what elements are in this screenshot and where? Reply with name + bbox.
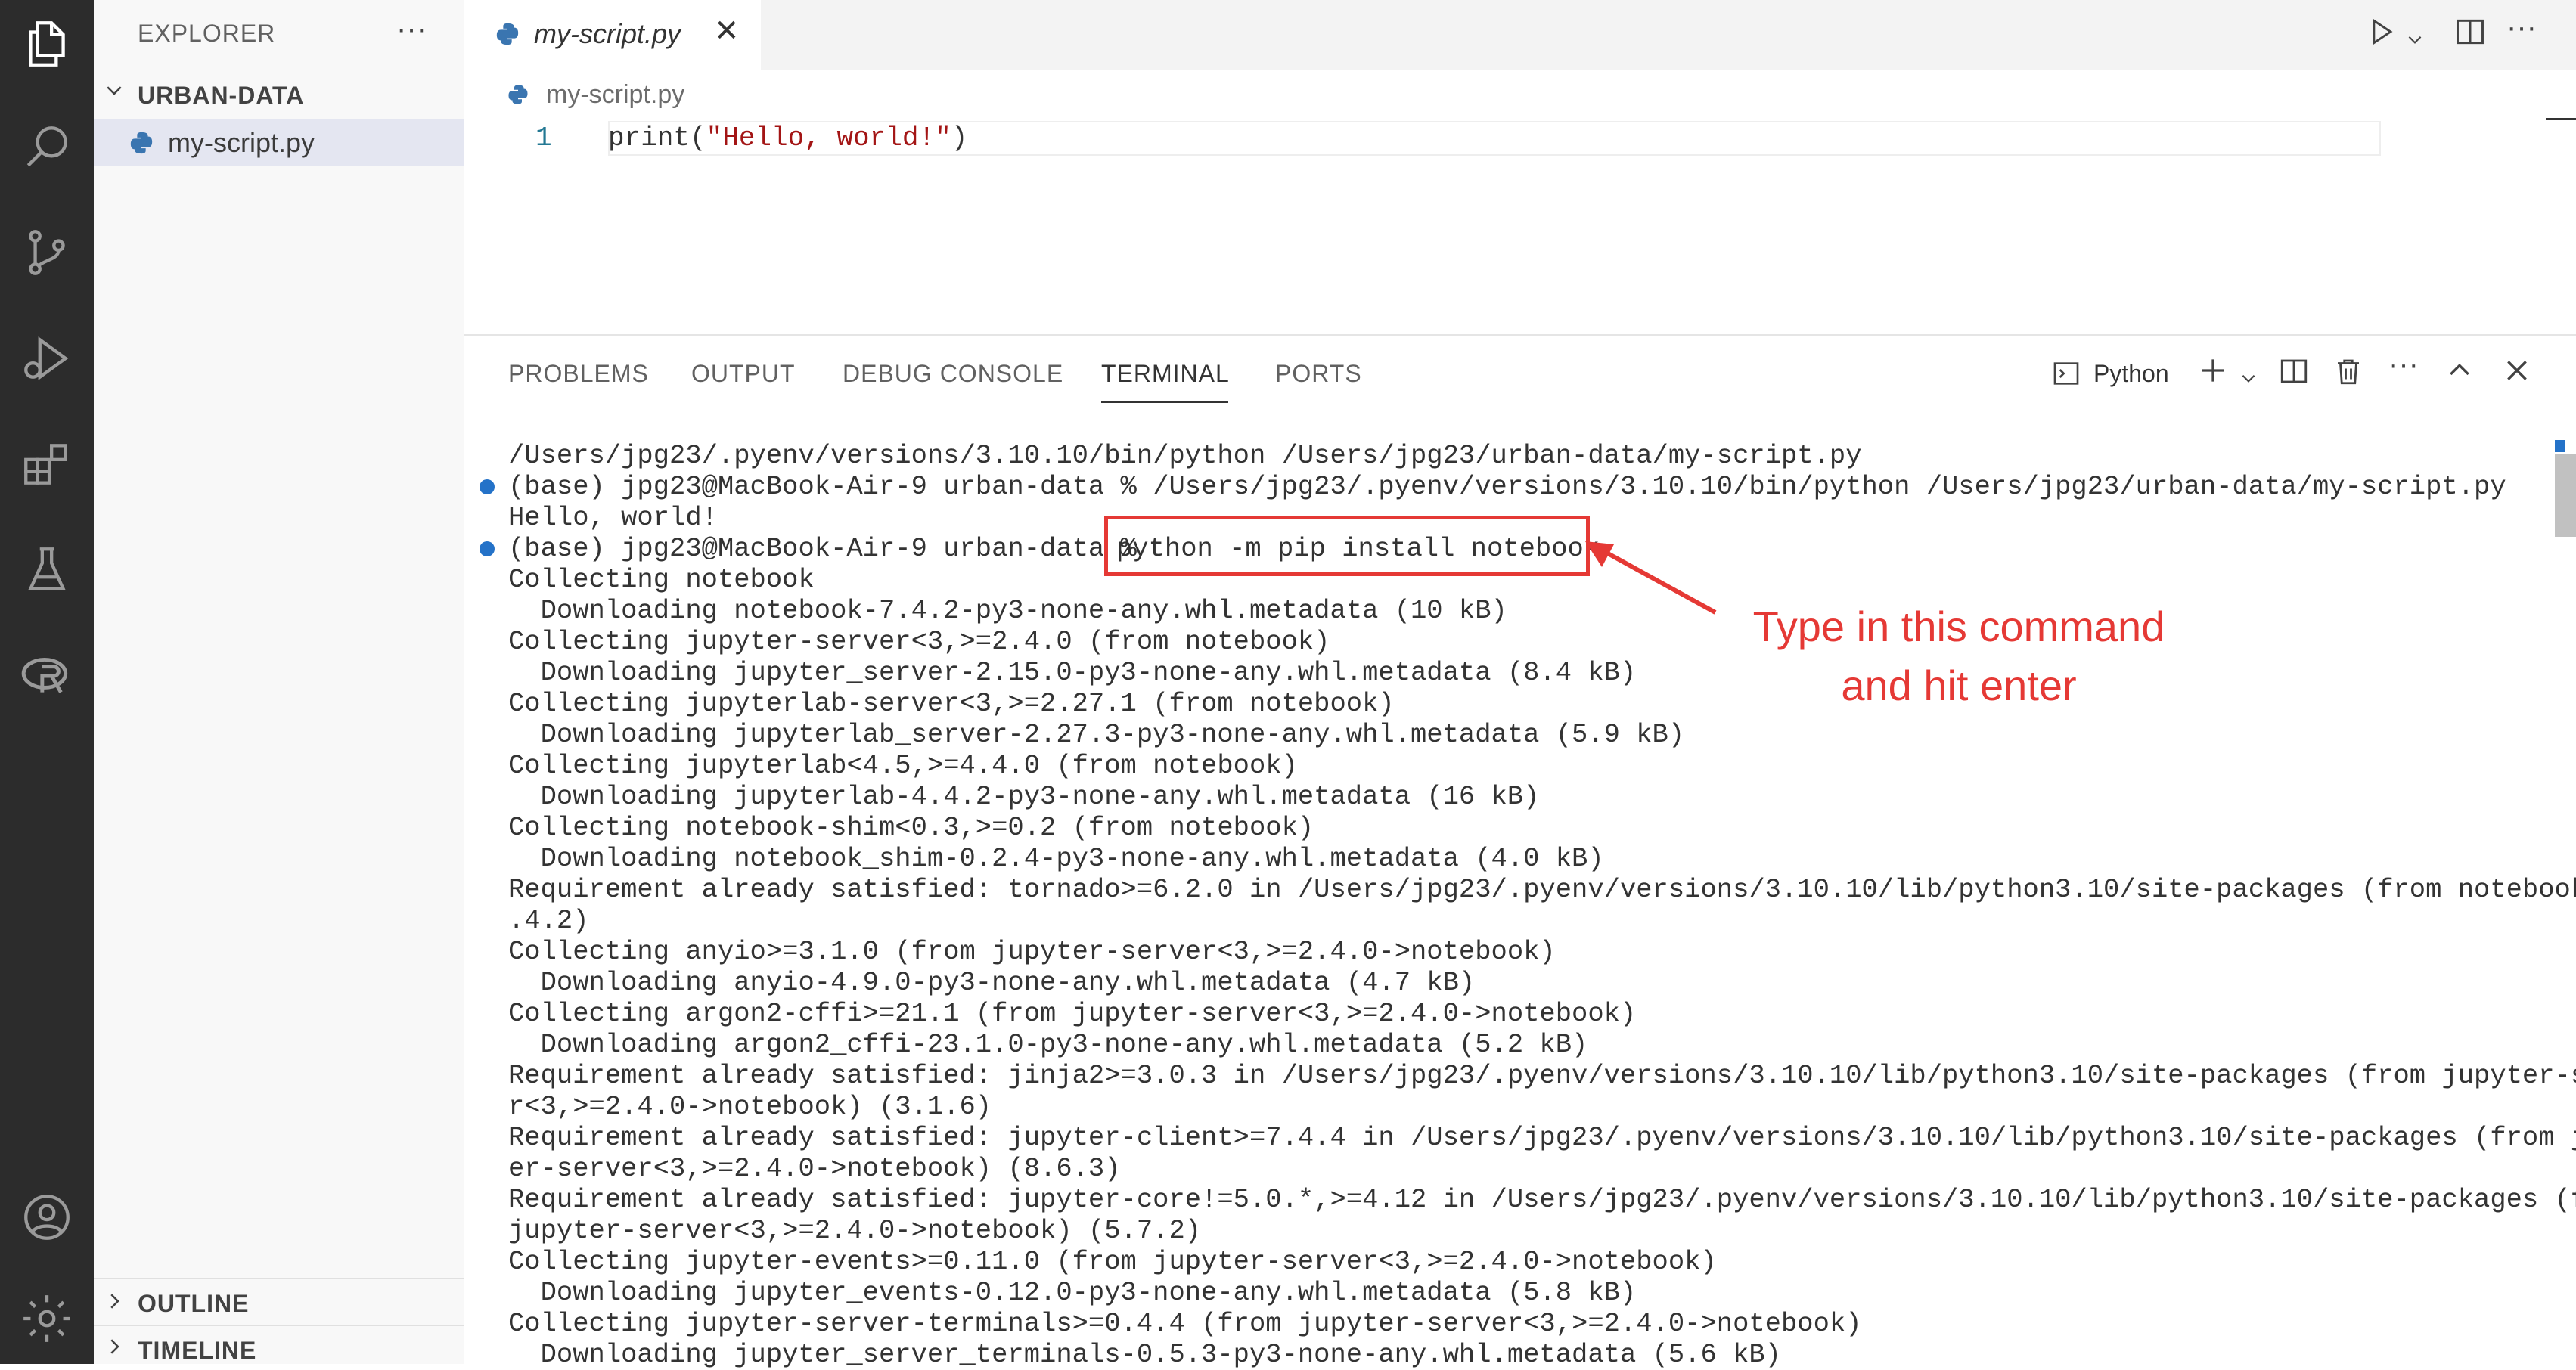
account-icon[interactable] bbox=[14, 1184, 80, 1251]
breadcrumb[interactable]: my-script.py bbox=[546, 80, 684, 110]
split-editor-icon[interactable] bbox=[2453, 15, 2487, 56]
tab-ports[interactable]: PORTS bbox=[1275, 360, 1362, 388]
python-file-icon bbox=[496, 23, 519, 45]
file-name: my-script.py bbox=[168, 127, 315, 158]
close-icon[interactable]: ✕ bbox=[714, 14, 740, 48]
terminal-line: Downloading notebook_shim-0.2.4-py3-none… bbox=[508, 843, 1604, 874]
terminal-line: Collecting jupyterlab<4.5,>=4.4.0 (from … bbox=[508, 750, 1298, 781]
tab-my-script[interactable]: my-script.py ✕ bbox=[464, 0, 761, 70]
terminal-line: Downloading argon2_cffi-23.1.0-py3-none-… bbox=[508, 1029, 1588, 1060]
divider bbox=[94, 1278, 464, 1279]
testing-icon[interactable] bbox=[14, 537, 80, 603]
annotation-line-2: and hit enter bbox=[1841, 662, 2077, 709]
terminal-line: Collecting jupyterlab-server<3,>=2.27.1 … bbox=[508, 688, 1395, 719]
code-string: "Hello, world!" bbox=[706, 122, 951, 153]
terminal-line: Collecting jupyter-server-terminals>=0.4… bbox=[508, 1308, 1862, 1339]
terminal-line: Collecting jupyter-events>=0.11.0 (from … bbox=[508, 1246, 1717, 1277]
terminal-line: r<3,>=2.4.0->notebook) (3.1.6) bbox=[508, 1091, 992, 1122]
terminal-line: Collecting argon2-cffi>=21.1 (from jupyt… bbox=[508, 998, 1637, 1029]
annotation-arrow bbox=[1585, 541, 1717, 615]
annotation-line-1: Type in this command bbox=[1752, 603, 2165, 650]
r-extension-icon[interactable] bbox=[14, 643, 80, 709]
code-line-1[interactable]: print("Hello, world!") bbox=[608, 122, 967, 153]
explorer-title: EXPLORER bbox=[138, 20, 276, 47]
tab-terminal[interactable]: TERMINAL bbox=[1101, 360, 1230, 388]
terminal-line: Requirement already satisfied: jupyter-c… bbox=[508, 1184, 2576, 1215]
terminal-line: Collecting notebook-shim<0.3,>=0.2 (from… bbox=[508, 812, 1314, 843]
bottom-panel: PROBLEMS OUTPUT DEBUG CONSOLE TERMINAL P… bbox=[464, 334, 2576, 1370]
terminal-line: /Users/jpg23/.pyenv/versions/3.10.10/bin… bbox=[508, 440, 1862, 471]
new-terminal-icon[interactable] bbox=[2196, 354, 2230, 395]
chevron-down-icon[interactable] bbox=[103, 79, 126, 108]
code-paren: ) bbox=[951, 122, 968, 153]
python-file-icon bbox=[130, 132, 153, 154]
tab-label: my-script.py bbox=[534, 18, 681, 49]
extensions-icon[interactable] bbox=[14, 431, 80, 497]
terminal-line: Downloading jupyterlab-4.4.2-py3-none-an… bbox=[508, 781, 1540, 812]
annotation-text: Type in this command and hit enter bbox=[1724, 597, 2193, 715]
terminal-line: (base) jpg23@MacBook-Air-9 urban-data % bbox=[508, 533, 1153, 564]
chevron-right-icon[interactable] bbox=[103, 1335, 126, 1365]
command-status-dot bbox=[480, 479, 495, 494]
terminal-line: Downloading jupyter_server_terminals-0.5… bbox=[508, 1339, 1781, 1370]
trash-icon[interactable] bbox=[2332, 355, 2364, 395]
terminal-icon bbox=[2051, 358, 2081, 396]
tab-debug-console[interactable]: DEBUG CONSOLE bbox=[843, 360, 1063, 388]
explorer-sidebar: EXPLORER ··· URBAN-DATA my-script.py OUT… bbox=[94, 0, 466, 1364]
terminal-line: Collecting jupyter-server<3,>=2.4.0 (fro… bbox=[508, 626, 1330, 657]
timeline-section[interactable]: TIMELINE bbox=[138, 1337, 256, 1365]
outline-section[interactable]: OUTLINE bbox=[138, 1290, 249, 1318]
chevron-down-icon[interactable] bbox=[2239, 361, 2258, 395]
run-debug-icon[interactable] bbox=[14, 325, 80, 392]
terminal-line: Downloading anyio-4.9.0-py3-none-any.whl… bbox=[508, 967, 1476, 998]
terminal-line: Downloading jupyter_server-2.15.0-py3-no… bbox=[508, 657, 1637, 688]
code-function: print( bbox=[608, 122, 706, 153]
terminal-line: Downloading jupyter_events-0.12.0-py3-no… bbox=[508, 1277, 1637, 1308]
command-highlight-box bbox=[1104, 516, 1590, 576]
terminal-line: Requirement already satisfied: tornado>=… bbox=[508, 874, 2576, 905]
file-item-my-script[interactable]: my-script.py bbox=[94, 119, 464, 166]
tab-output[interactable]: OUTPUT bbox=[691, 360, 796, 388]
terminal-shell-label[interactable]: Python bbox=[2093, 360, 2169, 388]
terminal-line: Collecting anyio>=3.1.0 (from jupyter-se… bbox=[508, 936, 1556, 967]
minimap-slider[interactable] bbox=[2546, 118, 2576, 120]
tab-problems[interactable]: PROBLEMS bbox=[508, 360, 649, 388]
split-terminal-icon[interactable] bbox=[2278, 355, 2310, 395]
terminal-line: Hello, world! bbox=[508, 502, 718, 533]
terminal-line: er-server<3,>=2.4.0->notebook) (8.6.3) bbox=[508, 1153, 1121, 1184]
editor-area[interactable]: my-script.py 1 print("Hello, world!") bbox=[464, 70, 2576, 334]
divider bbox=[94, 1325, 464, 1326]
run-icon[interactable] bbox=[2364, 15, 2398, 56]
explorer-icon[interactable] bbox=[14, 11, 80, 77]
terminal-line: jupyter-server<3,>=2.4.0->notebook) (5.7… bbox=[508, 1215, 1202, 1246]
line-number: 1 bbox=[535, 122, 552, 153]
terminal-line: Requirement already satisfied: jinja2>=3… bbox=[508, 1060, 2576, 1091]
maximize-panel-icon[interactable] bbox=[2444, 355, 2475, 393]
activity-bar bbox=[0, 0, 94, 1364]
terminal-line: (base) jpg23@MacBook-Air-9 urban-data % … bbox=[508, 471, 2506, 502]
more-actions-icon[interactable]: ··· bbox=[396, 12, 427, 46]
settings-gear-icon[interactable] bbox=[14, 1285, 80, 1352]
python-file-icon bbox=[508, 85, 528, 104]
terminal-line: Collecting notebook bbox=[508, 564, 815, 595]
editor-tab-bar: my-script.py ✕ ··· bbox=[464, 0, 2576, 70]
source-control-icon[interactable] bbox=[14, 219, 80, 286]
terminal-line: Downloading jupyterlab_server-2.27.3-py3… bbox=[508, 719, 1685, 750]
terminal-line: .4.2) bbox=[508, 905, 589, 936]
more-actions-icon[interactable]: ··· bbox=[2388, 348, 2419, 382]
terminal-scrollbar[interactable] bbox=[2555, 454, 2576, 537]
terminal-line: Requirement already satisfied: jupyter-c… bbox=[508, 1122, 2576, 1153]
scroll-position-marker bbox=[2555, 440, 2565, 452]
chevron-down-icon[interactable] bbox=[2405, 23, 2425, 57]
folder-urban-data[interactable]: URBAN-DATA bbox=[138, 82, 304, 110]
chevron-right-icon[interactable] bbox=[103, 1290, 126, 1319]
search-icon[interactable] bbox=[14, 113, 80, 180]
more-actions-icon[interactable]: ··· bbox=[2506, 11, 2537, 45]
terminal-line: Downloading notebook-7.4.2-py3-none-any.… bbox=[508, 595, 1507, 626]
close-panel-icon[interactable] bbox=[2502, 355, 2532, 393]
command-status-dot bbox=[480, 541, 495, 556]
active-tab-indicator bbox=[1101, 401, 1228, 403]
